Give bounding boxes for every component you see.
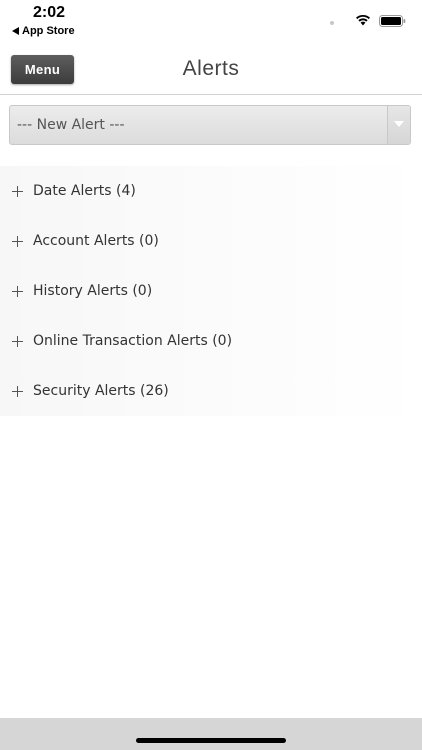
wifi-icon: [356, 14, 370, 26]
back-to-app-store-link[interactable]: App Store: [12, 25, 75, 37]
back-arrow-icon: [12, 27, 19, 35]
expand-plus-icon: [12, 235, 23, 247]
alert-category-history[interactable]: History Alerts (0): [0, 266, 422, 316]
alert-category-label: Online Transaction Alerts (0): [33, 333, 233, 349]
expand-plus-icon: [12, 185, 23, 197]
battery-icon: [379, 15, 406, 27]
app-header: Menu Alerts: [0, 44, 422, 95]
status-bar: 2:02 App Store: [0, 0, 422, 44]
expand-plus-icon: [12, 335, 23, 347]
bottom-bar: [0, 718, 422, 750]
page-title: Alerts: [182, 57, 240, 80]
status-time: 2:02: [33, 4, 66, 21]
alert-category-account[interactable]: Account Alerts (0): [0, 216, 422, 266]
new-alert-select[interactable]: --- New Alert ---: [9, 105, 411, 145]
alert-category-date[interactable]: Date Alerts (4): [0, 166, 422, 216]
alert-category-list: Date Alerts (4) Account Alerts (0) Histo…: [0, 166, 422, 416]
alert-category-label: Date Alerts (4): [33, 183, 136, 199]
alert-category-security[interactable]: Security Alerts (26): [0, 366, 422, 416]
chevron-down-icon: [394, 121, 404, 127]
select-dropdown-button[interactable]: [387, 106, 410, 144]
alert-category-label: History Alerts (0): [33, 283, 153, 299]
home-indicator[interactable]: [136, 738, 286, 743]
alert-category-online-transaction[interactable]: Online Transaction Alerts (0): [0, 316, 422, 366]
expand-plus-icon: [12, 385, 23, 397]
signal-dot-icon: [330, 21, 334, 25]
alert-category-label: Account Alerts (0): [33, 233, 159, 249]
new-alert-select-value: --- New Alert ---: [17, 117, 125, 133]
back-label: App Store: [22, 25, 75, 37]
alert-category-label: Security Alerts (26): [33, 383, 169, 399]
expand-plus-icon: [12, 285, 23, 297]
